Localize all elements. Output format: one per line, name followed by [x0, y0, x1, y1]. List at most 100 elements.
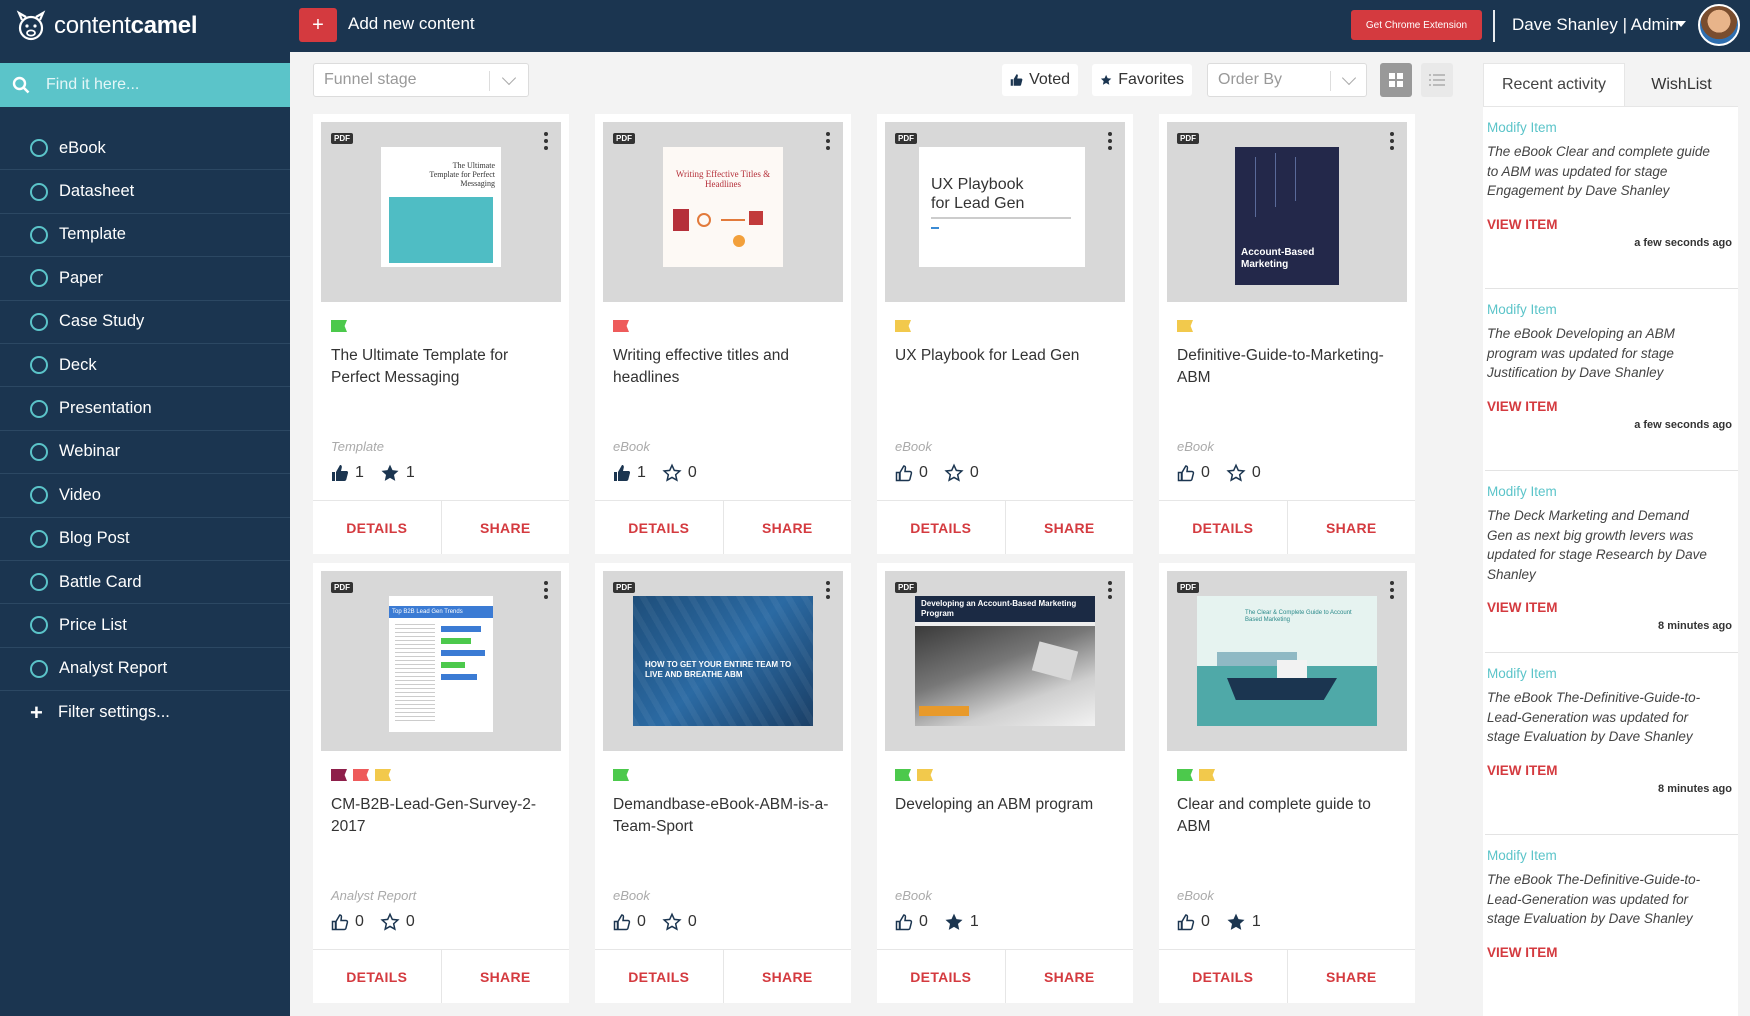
view-item-link[interactable]: VIEW ITEM — [1487, 217, 1738, 232]
funnel-stage-select[interactable]: Funnel stage — [313, 63, 529, 97]
grid-view-button[interactable] — [1380, 63, 1412, 97]
view-item-link[interactable]: VIEW ITEM — [1487, 399, 1738, 414]
view-item-link[interactable]: VIEW ITEM — [1487, 945, 1738, 960]
radio-icon[interactable] — [30, 616, 48, 635]
star-icon[interactable] — [944, 912, 964, 932]
card-thumbnail[interactable]: The Ultimate Template for Perfect Messag… — [321, 122, 561, 302]
share-button[interactable]: SHARE — [442, 950, 570, 1003]
card-thumbnail[interactable]: Account-Based Marketing PDF — [1167, 122, 1407, 302]
thumbs-up-icon[interactable] — [613, 464, 631, 482]
more-options-icon[interactable] — [826, 132, 830, 150]
voted-filter-button[interactable]: Voted — [1002, 64, 1078, 96]
search-input[interactable] — [46, 76, 266, 94]
sidebar-item-case-study[interactable]: Case Study — [0, 301, 290, 344]
star-icon[interactable] — [1226, 912, 1246, 932]
share-button[interactable]: SHARE — [442, 501, 570, 554]
caret-down-icon[interactable] — [1676, 21, 1686, 27]
tab-wishlist[interactable]: WishList — [1625, 63, 1738, 106]
logo[interactable]: contentcamel — [14, 8, 198, 44]
thumbs-up-icon[interactable] — [1177, 464, 1195, 482]
card-title[interactable]: Writing effective titles and headlines — [613, 345, 838, 389]
sidebar-item-presentation[interactable]: Presentation — [0, 387, 290, 431]
thumbs-up-icon[interactable] — [1177, 913, 1195, 931]
content-card[interactable]: Top B2B Lead Gen Trends PDF CM-B2B-Lead-Ge… — [313, 563, 569, 1003]
sidebar-item-analyst-report[interactable]: Analyst Report — [0, 648, 290, 692]
radio-icon[interactable] — [30, 573, 48, 592]
sidebar-item-webinar[interactable]: Webinar — [0, 431, 290, 475]
filter-settings-link[interactable]: + Filter settings... — [0, 691, 290, 734]
share-button[interactable]: SHARE — [1006, 950, 1134, 1003]
sidebar-item-datasheet[interactable]: Datasheet — [0, 170, 290, 214]
card-title[interactable]: Clear and complete guide to ABM — [1177, 794, 1402, 838]
share-button[interactable]: SHARE — [1006, 501, 1134, 554]
thumbs-up-icon[interactable] — [613, 913, 631, 931]
more-options-icon[interactable] — [544, 132, 548, 150]
more-options-icon[interactable] — [1390, 132, 1394, 150]
more-options-icon[interactable] — [1108, 132, 1112, 150]
details-button[interactable]: DETAILS — [877, 950, 1006, 1003]
sidebar-item-ebook[interactable]: eBook — [0, 127, 290, 171]
details-button[interactable]: DETAILS — [595, 501, 724, 554]
content-card[interactable]: UX Playbook for Lead Gen PDF UX Playbook f… — [877, 114, 1133, 554]
thumbs-up-icon[interactable] — [331, 464, 349, 482]
list-view-button[interactable] — [1421, 63, 1453, 97]
details-button[interactable]: DETAILS — [313, 950, 442, 1003]
content-card[interactable]: The Clear & Complete Guide to Account Ba… — [1159, 563, 1415, 1003]
details-button[interactable]: DETAILS — [1159, 950, 1288, 1003]
chrome-extension-button[interactable]: Get Chrome Extension — [1351, 10, 1482, 40]
search-icon[interactable] — [6, 76, 36, 94]
radio-icon[interactable] — [30, 356, 48, 375]
card-thumbnail[interactable]: Top B2B Lead Gen Trends PDF — [321, 571, 561, 751]
star-icon[interactable] — [662, 463, 682, 483]
thumbs-up-icon[interactable] — [895, 464, 913, 482]
more-options-icon[interactable] — [544, 581, 548, 599]
more-options-icon[interactable] — [1390, 581, 1394, 599]
star-icon[interactable] — [662, 912, 682, 932]
card-title[interactable]: The Ultimate Template for Perfect Messag… — [331, 345, 556, 389]
radio-icon[interactable] — [30, 659, 48, 678]
content-card[interactable]: Developing an Account-Based Marketing Pr… — [877, 563, 1133, 1003]
share-button[interactable]: SHARE — [1288, 501, 1416, 554]
radio-icon[interactable] — [30, 529, 48, 548]
star-icon[interactable] — [1226, 463, 1246, 483]
sidebar-item-price-list[interactable]: Price List — [0, 604, 290, 648]
share-button[interactable]: SHARE — [724, 501, 852, 554]
details-button[interactable]: DETAILS — [1159, 501, 1288, 554]
radio-icon[interactable] — [30, 486, 48, 505]
thumbs-up-icon[interactable] — [895, 913, 913, 931]
star-icon[interactable] — [380, 463, 400, 483]
card-thumbnail[interactable]: Developing an Account-Based Marketing Pr… — [885, 571, 1125, 751]
user-menu[interactable]: Dave Shanley | Admin — [1512, 15, 1679, 35]
details-button[interactable]: DETAILS — [313, 501, 442, 554]
add-content-label[interactable]: Add new content — [348, 14, 475, 34]
card-thumbnail[interactable]: HOW TO GET YOUR ENTIRE TEAM TO LIVE AND … — [603, 571, 843, 751]
radio-icon[interactable] — [30, 225, 48, 244]
card-title[interactable]: Demandbase-eBook-ABM-is-a-Team-Sport — [613, 794, 838, 838]
sidebar-item-battle-card[interactable]: Battle Card — [0, 561, 290, 605]
radio-icon[interactable] — [30, 269, 48, 288]
card-title[interactable]: CM-B2B-Lead-Gen-Survey-2-2017 — [331, 794, 556, 838]
card-title[interactable]: Definitive-Guide-to-Marketing-ABM — [1177, 345, 1402, 389]
avatar[interactable] — [1698, 4, 1740, 46]
more-options-icon[interactable] — [826, 581, 830, 599]
content-card[interactable]: Account-Based Marketing PDF Definitive-Gui… — [1159, 114, 1415, 554]
card-thumbnail[interactable]: UX Playbook for Lead Gen PDF — [885, 122, 1125, 302]
sidebar-item-video[interactable]: Video — [0, 474, 290, 518]
share-button[interactable]: SHARE — [724, 950, 852, 1003]
content-card[interactable]: The Ultimate Template for Perfect Messag… — [313, 114, 569, 554]
star-icon[interactable] — [380, 912, 400, 932]
card-thumbnail[interactable]: Writing Effective Titles & Headlines PDF — [603, 122, 843, 302]
details-button[interactable]: DETAILS — [877, 501, 1006, 554]
radio-icon[interactable] — [30, 399, 48, 418]
add-content-button[interactable]: + — [299, 8, 337, 42]
content-card[interactable]: HOW TO GET YOUR ENTIRE TEAM TO LIVE AND … — [595, 563, 851, 1003]
sidebar-item-blog-post[interactable]: Blog Post — [0, 518, 290, 561]
card-title[interactable]: Developing an ABM program — [895, 794, 1120, 816]
view-item-link[interactable]: VIEW ITEM — [1487, 763, 1738, 778]
sidebar-item-template[interactable]: Template — [0, 214, 290, 258]
card-title[interactable]: UX Playbook for Lead Gen — [895, 345, 1120, 367]
favorites-filter-button[interactable]: Favorites — [1092, 64, 1192, 96]
star-icon[interactable] — [944, 463, 964, 483]
view-item-link[interactable]: VIEW ITEM — [1487, 600, 1738, 615]
details-button[interactable]: DETAILS — [595, 950, 724, 1003]
